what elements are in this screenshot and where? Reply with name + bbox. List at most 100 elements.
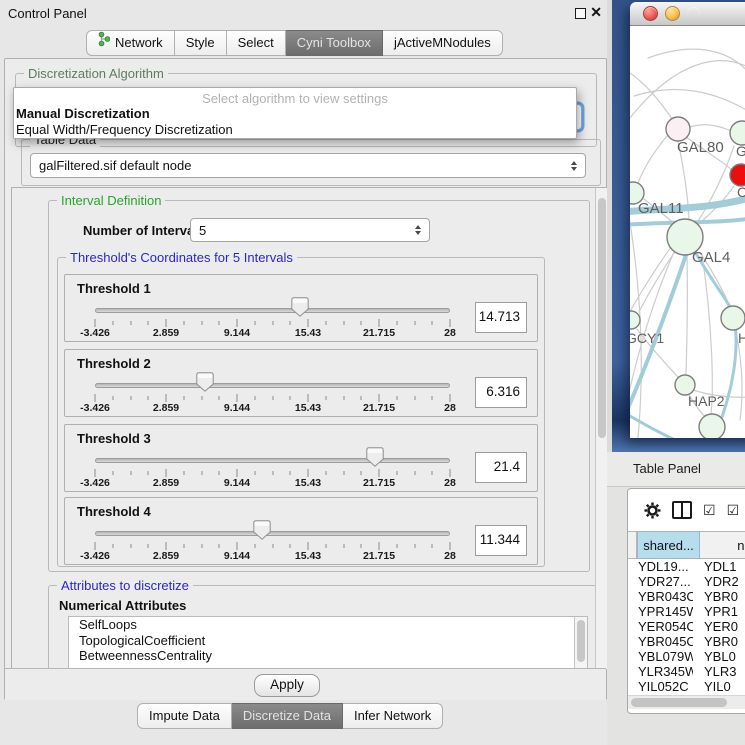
tab-select[interactable]: Select xyxy=(227,30,286,56)
attributes-group-title: Attributes to discretize xyxy=(57,578,193,593)
network-edge[interactable] xyxy=(630,61,745,118)
tick-mark xyxy=(148,471,149,475)
column-header-name[interactable]: na xyxy=(700,531,745,559)
network-node-hap2[interactable] xyxy=(675,375,695,395)
network-edge[interactable] xyxy=(690,125,731,131)
tick-mark xyxy=(414,544,415,548)
slider-handle-icon[interactable] xyxy=(291,297,309,317)
threshold-value-field[interactable]: 21.4 xyxy=(475,452,527,483)
table-row[interactable]: YER054CYER0 xyxy=(628,619,745,634)
table-row[interactable]: YDR27...YDR2 xyxy=(628,574,745,589)
table-row[interactable]: YBR045CYBR0 xyxy=(628,634,745,649)
table-row[interactable]: YDL19...YDL1 xyxy=(628,559,745,574)
network-node-ga[interactable] xyxy=(730,121,745,145)
tick-mark xyxy=(308,394,309,402)
table-horizontal-scrollbar[interactable] xyxy=(628,695,745,709)
algorithm-dropdown-popup: Select algorithm to view settings Manual… xyxy=(13,87,577,139)
algorithm-option-manual[interactable]: Manual Discretization xyxy=(16,106,150,121)
attributes-list-scrollbar[interactable] xyxy=(574,617,587,670)
algorithm-placeholder-option[interactable]: Select algorithm to view settings xyxy=(14,91,576,106)
threshold-value-field[interactable]: 6.316 xyxy=(475,377,527,408)
network-view-window: GAL80GACGAL11GAL4GCY1HHAP2 xyxy=(630,2,745,438)
network-node[interactable] xyxy=(699,414,725,438)
network-node-c[interactable] xyxy=(730,164,745,186)
tab-network[interactable]: Network xyxy=(86,30,175,56)
attribute-item[interactable]: BetweennessCentrality xyxy=(69,648,587,664)
network-node-gal80[interactable] xyxy=(666,117,690,141)
tick-mark xyxy=(379,542,380,550)
tick-mark xyxy=(112,471,113,475)
threshold-slider[interactable]: -3.4262.8599.14415.4321.71528 xyxy=(95,350,450,416)
table-row[interactable]: YBL079WYBL0 xyxy=(628,649,745,664)
tick-mark xyxy=(396,471,397,475)
network-icon xyxy=(98,31,110,55)
tick-mark xyxy=(166,319,167,327)
tab-cyni-toolbox[interactable]: Cyni Toolbox xyxy=(286,30,383,56)
slider-handle-icon[interactable] xyxy=(366,447,384,467)
settings-gear-icon[interactable] xyxy=(644,502,661,519)
network-canvas[interactable]: GAL80GACGAL11GAL4GCY1HHAP2 xyxy=(630,26,745,438)
close-window-button[interactable] xyxy=(643,6,658,21)
tab-jactivemnodules[interactable]: jActiveMNodules xyxy=(383,30,503,56)
tick-mark xyxy=(308,542,309,550)
threshold-slider[interactable]: -3.4262.8599.14415.4321.71528 xyxy=(95,275,450,341)
tick-mark xyxy=(450,542,451,550)
table-row[interactable]: YBR043CYBR0 xyxy=(628,589,745,604)
tab-style[interactable]: Style xyxy=(175,30,227,56)
table-cell-shared-name: YIL052C xyxy=(628,679,693,694)
checkbox-checked-icon[interactable]: ☑ xyxy=(727,503,740,517)
threshold-value-field[interactable]: 14.713 xyxy=(475,302,527,333)
threshold-slider[interactable]: -3.4262.8599.14415.4321.71528 xyxy=(95,498,450,564)
scale-label: 15.43 xyxy=(295,477,321,489)
threshold-slider[interactable]: -3.4262.8599.14415.4321.71528 xyxy=(95,425,450,491)
zoom-window-button[interactable] xyxy=(687,7,700,20)
tick-mark xyxy=(272,321,273,325)
split-columns-icon[interactable] xyxy=(672,501,692,519)
slider-track[interactable] xyxy=(95,531,450,536)
threshold-value-field[interactable]: 11.344 xyxy=(475,525,527,556)
network-node-gcy1[interactable] xyxy=(630,311,640,329)
tick-mark xyxy=(396,544,397,548)
column-header-shared-name[interactable]: shared... xyxy=(637,531,700,559)
table-row[interactable]: YLR345WYLR3 xyxy=(628,664,745,679)
table-toolbar: ☑ ☑ xyxy=(628,489,745,531)
close-panel-icon[interactable]: ✕ xyxy=(590,4,602,21)
table-row[interactable]: YIL052CYIL0 xyxy=(628,679,745,694)
tick-mark xyxy=(379,319,380,327)
network-edge[interactable] xyxy=(638,136,667,183)
tab-impute-data[interactable]: Impute Data xyxy=(137,703,232,729)
tick-mark xyxy=(219,471,220,475)
minimize-window-button[interactable] xyxy=(665,6,680,21)
slider-track[interactable] xyxy=(95,383,450,388)
apply-button[interactable]: Apply xyxy=(254,674,320,697)
number-of-intervals-select[interactable]: 5 xyxy=(190,218,430,242)
tick-mark xyxy=(343,471,344,475)
slider-track[interactable] xyxy=(95,308,450,313)
table-data-select[interactable]: galFiltered.sif default node xyxy=(30,153,586,178)
table-cell-name: YPR1 xyxy=(693,604,745,619)
network-edge[interactable] xyxy=(686,256,687,374)
algorithm-option-equal-width[interactable]: Equal Width/Frequency Discretization xyxy=(16,122,233,137)
table-cell-shared-name: YBR043C xyxy=(628,589,693,604)
slider-scale-labels: -3.4262.8599.14415.4321.71528 xyxy=(95,402,450,415)
table-row[interactable]: YPR145WYPR1 xyxy=(628,604,745,619)
network-node-h[interactable] xyxy=(721,306,745,330)
tick-mark xyxy=(130,396,131,400)
slider-track[interactable] xyxy=(95,458,450,463)
attribute-item[interactable]: TopologicalCoefficient xyxy=(69,633,587,649)
tick-mark xyxy=(290,396,291,400)
checkbox-checked-icon[interactable]: ☑ xyxy=(703,503,716,517)
network-edge[interactable] xyxy=(634,89,745,112)
slider-handle-icon[interactable] xyxy=(253,520,271,540)
table-cell-shared-name: YDR27... xyxy=(628,574,693,589)
attribute-item[interactable]: SelfLoops xyxy=(69,617,587,633)
tab-label: Discretize Data xyxy=(243,704,331,728)
float-panel-icon[interactable] xyxy=(575,8,586,19)
tick-mark xyxy=(272,396,273,400)
tick-mark xyxy=(219,321,220,325)
table-panel: Table Panel ☑ ☑ shared... na YDL19...YDL… xyxy=(607,452,745,745)
numerical-attributes-list[interactable]: SelfLoopsTopologicalCoefficientBetweenne… xyxy=(68,616,588,670)
tab-discretize-data[interactable]: Discretize Data xyxy=(232,703,343,729)
tab-infer-network[interactable]: Infer Network xyxy=(343,703,443,729)
slider-handle-icon[interactable] xyxy=(196,372,214,392)
